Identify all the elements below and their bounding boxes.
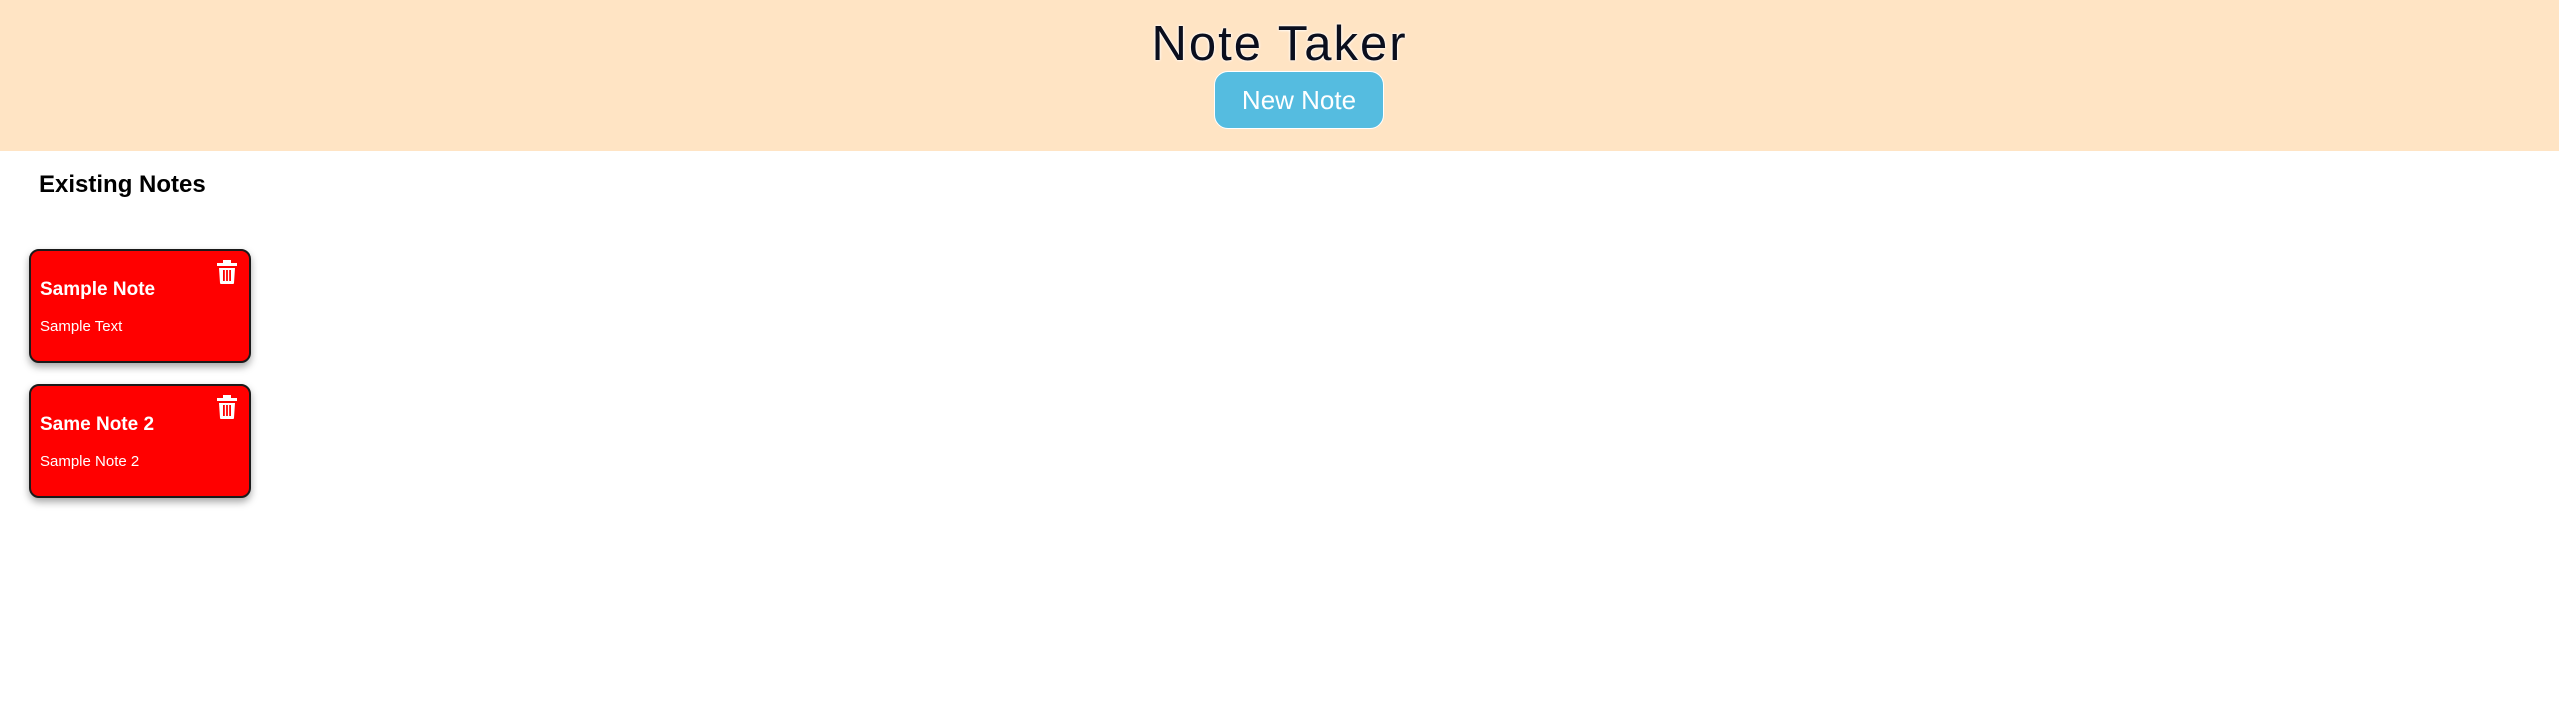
app-title: Note Taker: [1151, 17, 1408, 71]
new-note-button[interactable]: New Note: [1214, 71, 1384, 129]
trash-icon[interactable]: [217, 260, 237, 284]
note-card[interactable]: Same Note 2 Sample Note 2: [29, 384, 251, 498]
note-title: Same Note 2: [40, 414, 155, 435]
note-card[interactable]: Sample Note Sample Text: [29, 249, 251, 363]
existing-notes-heading: Existing Notes: [39, 171, 206, 198]
trash-icon[interactable]: [217, 395, 237, 419]
note-title: Sample Note: [40, 279, 156, 300]
app-header: Note Taker New Note: [0, 0, 2559, 151]
note-text: Sample Text: [40, 318, 123, 335]
note-text: Sample Note 2: [40, 453, 140, 470]
